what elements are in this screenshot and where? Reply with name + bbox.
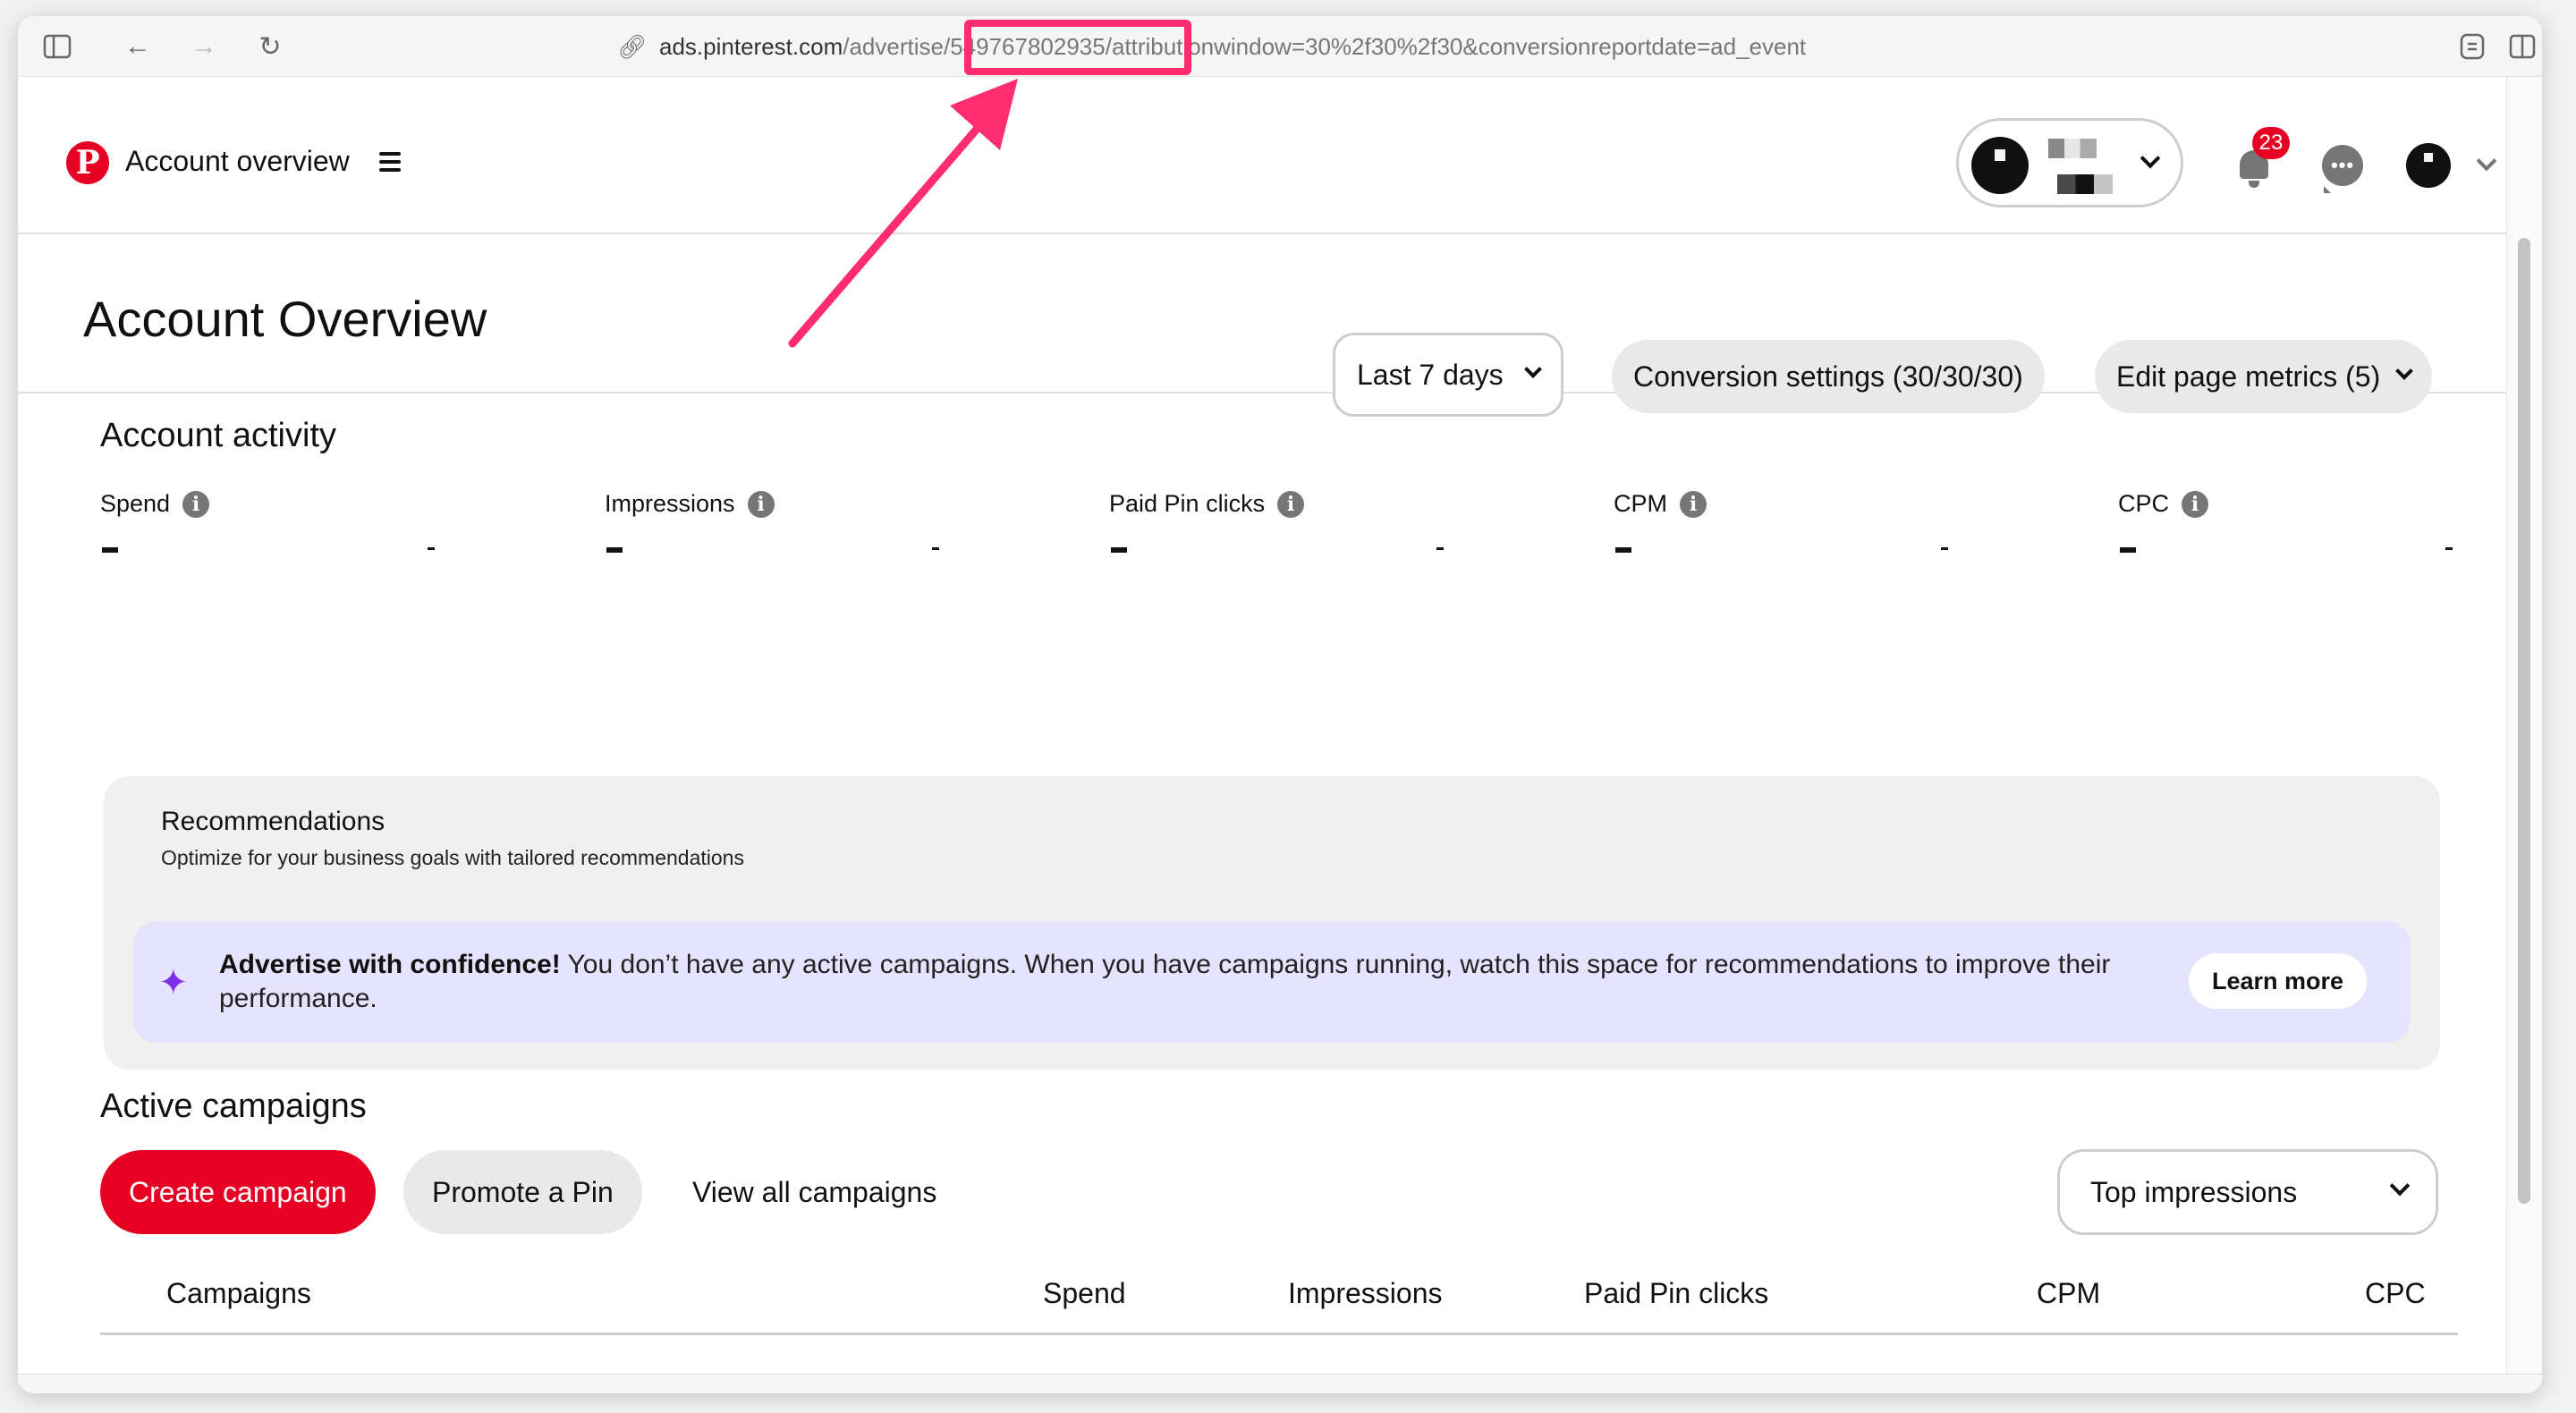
metric-label: Impressions bbox=[605, 490, 735, 517]
table-divider bbox=[100, 1333, 2458, 1335]
reload-icon[interactable]: ↻ bbox=[254, 30, 286, 63]
info-icon[interactable]: i bbox=[182, 490, 210, 518]
metric-value: - bbox=[102, 547, 118, 553]
metric-value: - bbox=[2120, 547, 2136, 553]
info-icon[interactable]: i bbox=[747, 490, 775, 518]
metric-delta: - bbox=[2445, 547, 2453, 550]
split-view-icon[interactable] bbox=[2506, 30, 2538, 63]
sparkle-icon: ✦ bbox=[158, 963, 189, 1003]
redacted-account-name bbox=[2048, 139, 2097, 158]
chevron-down-icon bbox=[2389, 1175, 2411, 1197]
profile-menu-chevron-icon[interactable] bbox=[2476, 150, 2497, 172]
page-scrollbar[interactable] bbox=[2506, 77, 2542, 1374]
banner-message: Advertise with confidence! You don’t hav… bbox=[219, 948, 2214, 1016]
edit-page-metrics-button[interactable]: Edit page metrics (5) bbox=[2095, 340, 2433, 413]
business-avatar bbox=[1971, 137, 2029, 194]
column-header-cpc[interactable]: CPC bbox=[2365, 1277, 2426, 1310]
learn-more-button[interactable]: Learn more bbox=[2189, 953, 2368, 1009]
promote-pin-button[interactable]: Promote a Pin bbox=[403, 1150, 642, 1234]
advertise-banner: ✦ Advertise with confidence! You don’t h… bbox=[133, 921, 2411, 1043]
metric-impressions: Impressions i - - bbox=[605, 490, 945, 553]
recommendations-card: Recommendations Optimize for your busine… bbox=[104, 776, 2440, 1070]
metric-delta: - bbox=[1436, 547, 1444, 550]
metric-delta: - bbox=[1941, 547, 1948, 550]
chevron-down-icon bbox=[2140, 148, 2161, 169]
recommendations-title: Recommendations bbox=[161, 807, 386, 836]
url-path: /advertise bbox=[843, 32, 944, 60]
sort-select[interactable]: Top impressions bbox=[2057, 1149, 2438, 1235]
url-host: ads.pinterest.com bbox=[659, 32, 843, 60]
menu-icon[interactable] bbox=[379, 152, 401, 172]
title-row: Account Overview Last 7 days Conversion … bbox=[18, 234, 2506, 417]
page-title: Account Overview bbox=[83, 291, 487, 347]
redacted-account-id bbox=[2057, 174, 2113, 194]
banner-bold-text: Advertise with confidence! bbox=[219, 950, 561, 979]
column-header-spend[interactable]: Spend bbox=[1043, 1277, 1126, 1310]
header-title: Account overview bbox=[125, 145, 350, 177]
metric-cpc: CPC i - - bbox=[2118, 490, 2458, 553]
sidebar-toggle-icon[interactable] bbox=[41, 30, 73, 63]
column-header-cpm[interactable]: CPM bbox=[2037, 1277, 2100, 1310]
account-activity-title: Account activity bbox=[100, 417, 336, 454]
chevron-down-icon bbox=[1523, 360, 1542, 378]
annotation-highlight-box bbox=[964, 20, 1191, 75]
app-header: P Account overview 23 ••• bbox=[18, 77, 2506, 234]
window-bottom-edge bbox=[18, 1374, 2542, 1393]
date-range-select[interactable]: Last 7 days bbox=[1333, 333, 1563, 417]
browser-toolbar: ← → ↻ 🔗︎ ads.pinterest.com/advertise/549… bbox=[18, 16, 2542, 77]
metric-spend: Spendi - - bbox=[100, 490, 440, 553]
metric-paid-pin-clicks: Paid Pin clicks i - - bbox=[1109, 490, 1449, 553]
profile-avatar[interactable] bbox=[2406, 143, 2451, 188]
metric-delta: - bbox=[428, 547, 435, 550]
edit-metrics-label: Edit page metrics (5) bbox=[2116, 360, 2381, 393]
link-icon: 🔗︎ bbox=[617, 32, 648, 60]
notification-badge: 23 bbox=[2252, 127, 2290, 159]
metric-delta: - bbox=[932, 547, 939, 550]
metric-value: - bbox=[606, 547, 623, 553]
create-campaign-button[interactable]: Create campaign bbox=[100, 1150, 376, 1234]
metric-label: CPC bbox=[2118, 490, 2170, 517]
active-campaigns-title: Active campaigns bbox=[100, 1087, 367, 1125]
view-all-campaigns-link[interactable]: View all campaigns bbox=[664, 1150, 965, 1234]
address-bar[interactable]: 🔗︎ ads.pinterest.com/advertise/549767802… bbox=[617, 27, 1806, 66]
back-icon[interactable]: ← bbox=[122, 30, 154, 63]
column-header-impressions[interactable]: Impressions bbox=[1288, 1277, 1443, 1310]
info-icon[interactable]: i bbox=[2182, 490, 2209, 518]
metric-label: CPM bbox=[1614, 490, 1667, 517]
messages-icon[interactable]: ••• bbox=[2322, 145, 2363, 193]
page-content: P Account overview 23 ••• Account Overvi… bbox=[18, 77, 2506, 1374]
scroll-thumb[interactable] bbox=[2518, 238, 2530, 1204]
metric-value: - bbox=[1111, 547, 1127, 553]
column-header-paid-pin-clicks[interactable]: Paid Pin clicks bbox=[1584, 1277, 1768, 1310]
sort-label: Top impressions bbox=[2090, 1175, 2298, 1208]
metric-label: Paid Pin clicks bbox=[1109, 490, 1266, 517]
pinterest-logo-icon[interactable]: P bbox=[66, 141, 109, 184]
date-range-label: Last 7 days bbox=[1357, 358, 1504, 391]
recommendations-subtitle: Optimize for your business goals with ta… bbox=[161, 846, 744, 869]
metric-value: - bbox=[1615, 547, 1631, 553]
browser-window: ← → ↻ 🔗︎ ads.pinterest.com/advertise/549… bbox=[18, 16, 2542, 1393]
reader-icon[interactable] bbox=[2456, 30, 2488, 63]
conversion-settings-button[interactable]: Conversion settings (30/30/30) bbox=[1612, 340, 2045, 413]
url-query: attributionwindow=30%2f30%2f30&conversio… bbox=[1111, 32, 1807, 60]
account-switcher[interactable] bbox=[1956, 118, 2183, 207]
conversion-settings-label: Conversion settings (30/30/30) bbox=[1633, 360, 2023, 393]
metric-label: Spend bbox=[100, 490, 171, 517]
forward-icon[interactable]: → bbox=[188, 30, 220, 63]
info-icon[interactable]: i bbox=[1277, 490, 1305, 518]
metric-cpm: CPM i - - bbox=[1614, 490, 1953, 553]
info-icon[interactable]: i bbox=[1680, 490, 1707, 518]
column-header-campaigns[interactable]: Campaigns bbox=[166, 1277, 311, 1310]
chevron-down-icon bbox=[2395, 362, 2414, 380]
